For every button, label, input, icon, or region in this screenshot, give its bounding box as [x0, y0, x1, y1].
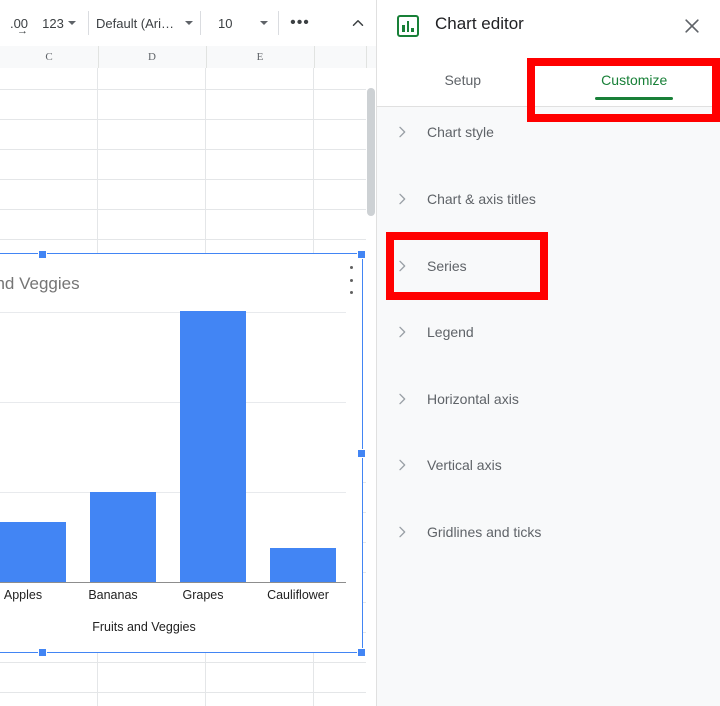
section-chart-and-axis-titles[interactable]: Chart & axis titles — [377, 178, 720, 220]
more-vert-dot — [349, 278, 353, 282]
section-series[interactable]: Series — [377, 245, 720, 287]
number-format-button[interactable]: 123 — [36, 0, 82, 46]
chart-plot-area — [0, 311, 346, 583]
section-label: Horizontal axis — [427, 391, 519, 407]
chart-handle-bottom-center[interactable] — [38, 648, 47, 657]
section-horizontal-axis[interactable]: Horizontal axis — [377, 378, 720, 420]
section-label: Legend — [427, 324, 474, 340]
section-vertical-axis[interactable]: Vertical axis — [377, 444, 720, 486]
chart-gridline — [0, 492, 346, 493]
chart-gridline — [0, 402, 346, 403]
decrease-decimal-places-button[interactable]: .00 → — [4, 0, 34, 46]
chart-horizontal-axis-title: Fruits and Veggies — [92, 620, 196, 634]
section-gridlines-and-ticks[interactable]: Gridlines and ticks — [377, 511, 720, 553]
decrease-decimal-arrow-icon: → — [16, 24, 28, 37]
column-header-c[interactable]: C — [0, 46, 99, 68]
grid-row-divider — [0, 239, 366, 240]
customize-sections-list: Chart style Chart & axis titles Series L… — [377, 107, 720, 706]
section-label: Chart & axis titles — [427, 191, 536, 207]
grid-row-divider — [0, 662, 366, 663]
grid-row-divider — [0, 209, 366, 210]
more-vert-dot — [349, 266, 353, 269]
toolbar-divider — [200, 11, 201, 35]
chart-handle-top-right[interactable] — [357, 250, 366, 259]
close-icon — [685, 19, 699, 33]
section-legend[interactable]: Legend — [377, 311, 720, 353]
chart-title: and Veggies — [0, 274, 80, 293]
chart-bar-bananas[interactable] — [90, 492, 156, 582]
bar-chart-icon — [397, 15, 419, 37]
chart-editor-tabs: Setup Customize — [377, 54, 720, 107]
font-size-label: 10 — [218, 15, 233, 31]
more-vert-dot — [349, 291, 353, 294]
font-family-chevron[interactable] — [178, 0, 196, 46]
chart-category-label-bananas: Bananas — [88, 588, 138, 602]
chevron-up-icon — [352, 20, 364, 26]
section-label: Series — [427, 258, 467, 274]
chevron-down-icon — [260, 21, 268, 25]
embedded-chart[interactable]: and Veggies Apples Bananas Grapes Caulif… — [0, 253, 363, 653]
grid-row-divider — [0, 179, 366, 180]
chevron-down-icon — [185, 21, 193, 25]
more-horiz-icon: ••• — [290, 14, 310, 31]
number-format-label: 123 — [42, 15, 64, 31]
chart-editor-panel: Chart editor Setup Customize Chart style — [376, 0, 720, 706]
chevron-right-icon — [377, 457, 427, 473]
chevron-right-icon — [377, 324, 427, 340]
chart-overflow-menu-button[interactable] — [344, 264, 358, 296]
toolbar-divider — [88, 11, 89, 35]
collapse-toolbar-button[interactable] — [344, 0, 372, 46]
spreadsheet-area: .00 → 123 Default (Ari… 10 ••• C D E nd … — [0, 0, 376, 706]
bar-chart-icon-bar — [411, 28, 414, 32]
chart-handle-top-center[interactable] — [38, 250, 47, 259]
section-label: Vertical axis — [427, 457, 502, 473]
column-header-f[interactable] — [314, 46, 367, 68]
tab-setup[interactable]: Setup — [377, 54, 549, 106]
column-header-e[interactable]: E — [206, 46, 315, 68]
toolbar-divider — [278, 11, 279, 35]
grid-row-divider — [0, 692, 366, 693]
grid-row-divider — [0, 149, 366, 150]
chart-handle-middle-right[interactable] — [357, 449, 366, 458]
chart-bar-apples[interactable] — [0, 522, 66, 582]
column-header-row: C D E — [0, 46, 376, 69]
section-label: Chart style — [427, 124, 494, 140]
chart-axis-baseline — [0, 582, 346, 583]
grid-row-divider — [0, 89, 366, 90]
tab-customize[interactable]: Customize — [549, 54, 720, 106]
font-size-chevron[interactable] — [252, 0, 272, 46]
chevron-right-icon — [377, 124, 427, 140]
chart-category-label-cauliflower: Cauliflower — [267, 588, 329, 602]
chevron-right-icon — [377, 524, 427, 540]
bar-chart-icon-bar — [402, 25, 405, 32]
grid-row-divider — [0, 119, 366, 120]
chart-gridline — [0, 312, 346, 313]
chevron-right-icon — [377, 391, 427, 407]
chart-editor-header: Chart editor — [377, 0, 720, 54]
toolbar: .00 → 123 Default (Ari… 10 ••• — [0, 0, 376, 47]
close-button[interactable] — [678, 12, 706, 40]
chart-editor-title: Chart editor — [435, 14, 524, 33]
chart-handle-bottom-right[interactable] — [357, 648, 366, 657]
sheet-vertical-scrollbar-thumb[interactable] — [367, 88, 375, 216]
column-header-d[interactable]: D — [98, 46, 207, 68]
bar-chart-icon-bar — [406, 21, 410, 32]
font-family-label: Default (Ari… — [96, 15, 175, 31]
section-chart-style[interactable]: Chart style — [377, 111, 720, 153]
chevron-right-icon — [377, 191, 427, 207]
chevron-down-icon — [67, 21, 76, 25]
more-options-button[interactable]: ••• — [286, 0, 314, 46]
chevron-right-icon — [377, 258, 427, 274]
font-size-select[interactable]: 10 — [208, 0, 258, 46]
decrease-decimal-icon: .00 → — [10, 17, 28, 37]
chart-category-label-apples: Apples — [3, 588, 43, 602]
chart-category-label-grapes: Grapes — [182, 588, 224, 602]
section-label: Gridlines and ticks — [427, 524, 542, 540]
screen: .00 → 123 Default (Ari… 10 ••• C D E nd … — [0, 0, 720, 706]
chart-bar-cauliflower[interactable] — [270, 548, 336, 582]
chart-bar-grapes[interactable] — [180, 311, 246, 582]
